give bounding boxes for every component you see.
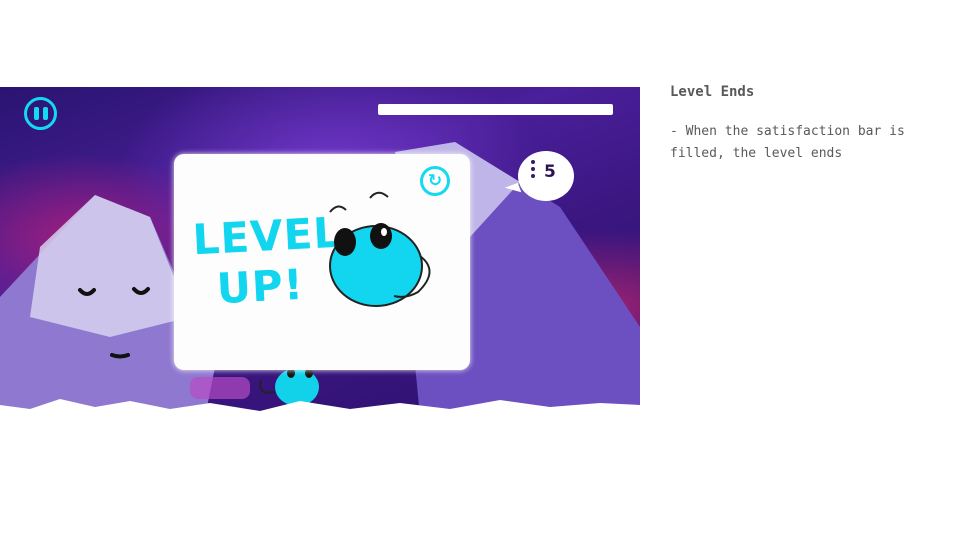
left-mountain-snow bbox=[30, 195, 190, 337]
speech-bubble: 5 bbox=[518, 151, 574, 201]
notes-body: - When the satisfaction bar is filled, t… bbox=[670, 124, 905, 161]
restart-icon: ↻ bbox=[427, 171, 443, 191]
mountain-mouth bbox=[110, 353, 130, 359]
satisfaction-bar-fill bbox=[380, 106, 611, 113]
speech-bubble-count: 5 bbox=[544, 162, 556, 182]
creature-arm bbox=[393, 255, 431, 298]
pink-smudge bbox=[190, 377, 250, 399]
restart-button[interactable]: ↻ bbox=[420, 166, 450, 196]
satisfaction-bar bbox=[378, 104, 613, 115]
three-dots-icon bbox=[531, 160, 535, 181]
game-viewport: 5 LEVEL UP! ↻ bbox=[0, 87, 640, 442]
pause-button[interactable] bbox=[24, 97, 57, 130]
level-up-title: LEVEL UP! bbox=[191, 207, 343, 314]
creature-body bbox=[329, 225, 423, 307]
small-blob-arm bbox=[259, 379, 276, 394]
level-up-card: LEVEL UP! ↻ bbox=[174, 154, 470, 370]
notes-title: Level Ends bbox=[670, 84, 755, 100]
pause-icon bbox=[33, 107, 39, 120]
creature-brow-right bbox=[369, 191, 389, 199]
creature-eye-right bbox=[370, 223, 392, 249]
